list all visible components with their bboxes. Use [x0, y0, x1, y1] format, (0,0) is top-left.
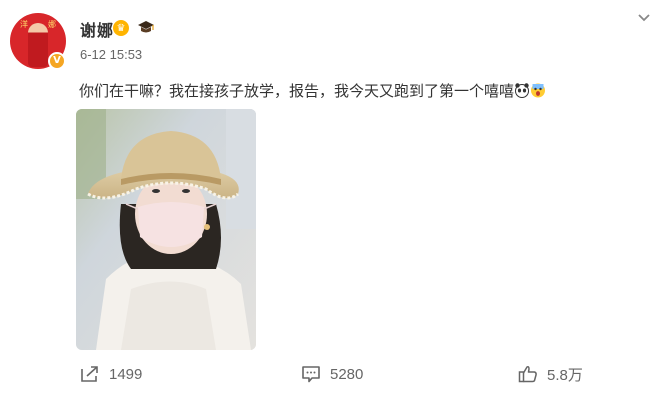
photo-image: [76, 109, 256, 350]
comment-count: 5280: [330, 365, 364, 383]
share-icon: [81, 366, 98, 382]
post-text-content: 你们在干嘛？我在接孩子放学，报告，我今天又跑到了第一个嘻嘻: [79, 82, 515, 100]
thumbs-up-icon: [518, 366, 537, 383]
share-count: 1499: [109, 365, 143, 383]
comment-button[interactable]: 5280: [301, 359, 363, 389]
avatar-decor-right: 娜: [48, 20, 56, 29]
avatar-decor-left: 洋: [20, 20, 28, 29]
shocked-face-emoji-icon: [531, 83, 546, 98]
avatar-figure: [28, 23, 48, 67]
graduation-cap-icon[interactable]: [137, 19, 155, 35]
like-count: 5.8万: [547, 366, 583, 384]
comment-icon: [302, 366, 320, 383]
post-photo[interactable]: [76, 109, 256, 350]
post-time[interactable]: 6-12 15:53: [80, 47, 142, 62]
action-bar: 1499 5280 5.8万: [0, 359, 660, 389]
panda-emoji-icon: [515, 83, 530, 98]
verified-badge-icon: V: [48, 52, 66, 70]
user-name[interactable]: 谢娜: [80, 17, 114, 41]
crown-icon[interactable]: ♛: [113, 20, 129, 36]
chevron-down-icon[interactable]: [637, 10, 651, 24]
like-button[interactable]: 5.8万: [518, 359, 583, 389]
post-text: 你们在干嘛？我在接孩子放学，报告，我今天又跑到了第一个嘻嘻: [79, 80, 546, 101]
share-button[interactable]: 1499: [80, 359, 142, 389]
